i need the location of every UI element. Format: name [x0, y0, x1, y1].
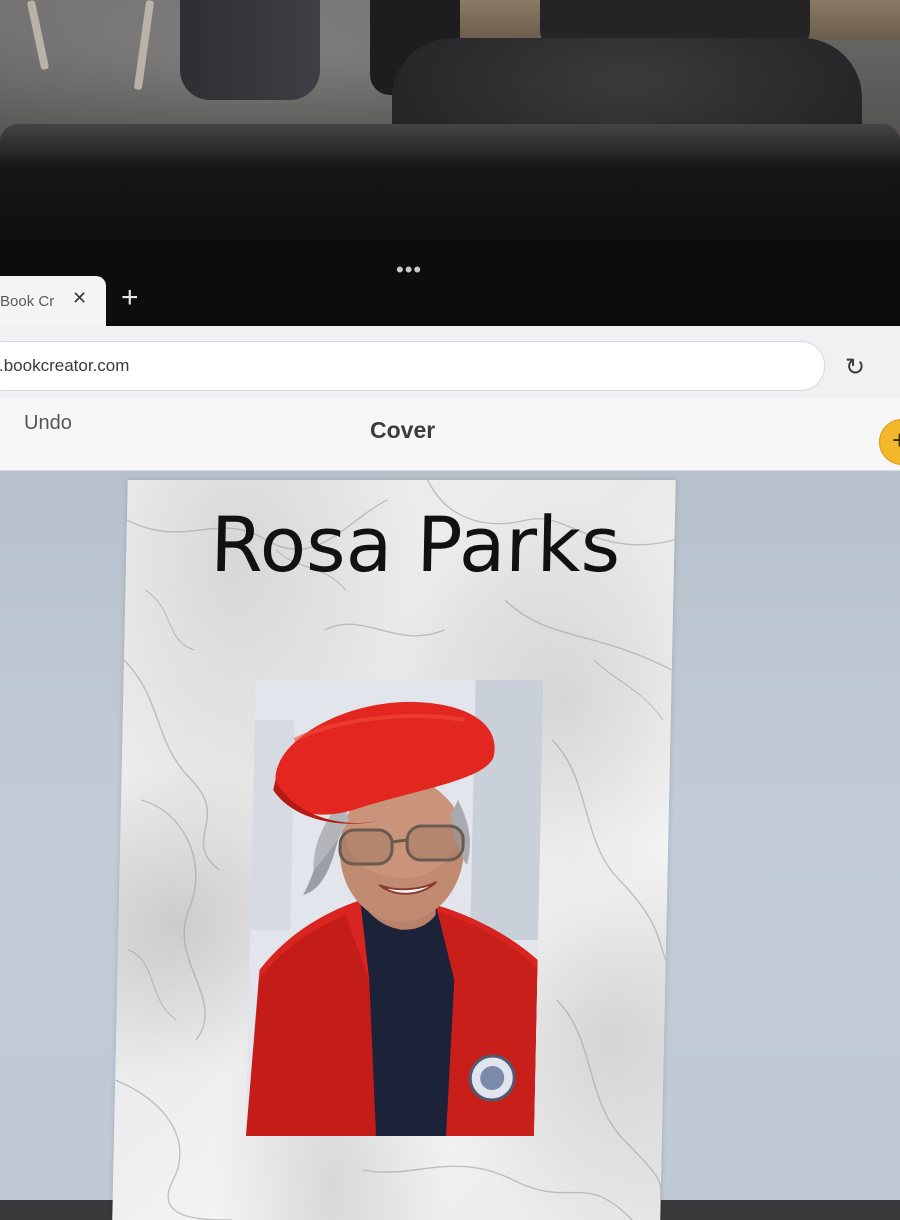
more-options-icon[interactable]: •••: [396, 259, 422, 281]
cover-title-text[interactable]: Rosa Parks: [209, 500, 621, 589]
page-title: Cover: [370, 417, 436, 443]
laptop-edge: [0, 124, 900, 158]
new-tab-icon[interactable]: +: [121, 283, 139, 313]
tab-title: Book Cr: [0, 292, 55, 310]
reload-icon[interactable]: ↻: [845, 356, 865, 380]
portrait-illustration: [246, 680, 544, 1136]
undo-button[interactable]: Undo: [24, 412, 72, 435]
plus-icon: +: [892, 425, 900, 455]
portrait-photo[interactable]: [246, 680, 544, 1136]
person-legs: [180, 0, 320, 100]
address-bar[interactable]: .bookcreator.com: [0, 341, 825, 391]
close-tab-icon[interactable]: ✕: [72, 288, 87, 309]
app-toolbar: [0, 398, 900, 471]
book-cover-page[interactable]: Rosa Parks: [112, 480, 676, 1220]
browser-tab-book-creator[interactable]: Book Cr ✕: [0, 276, 106, 326]
url-text: .bookcreator.com: [0, 356, 130, 375]
